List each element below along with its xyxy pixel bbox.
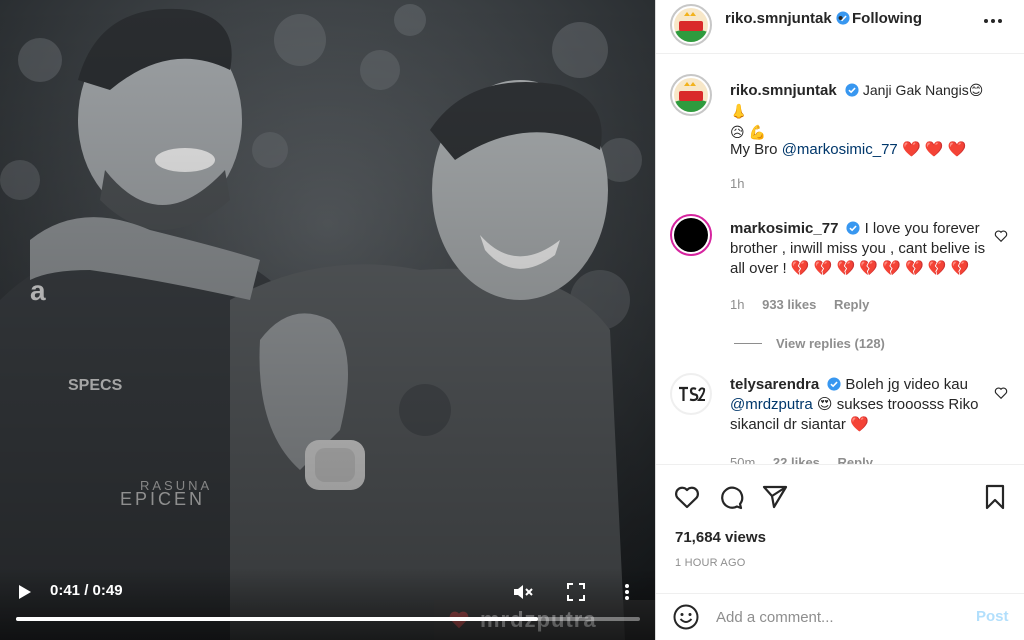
view-replies-label: View replies (128): [776, 336, 885, 351]
caption-hearts: ❤️ ❤️ ❤️: [897, 141, 967, 158]
caption-prefix: My Bro: [730, 141, 782, 158]
commenter-username[interactable]: markosimic_77: [730, 220, 838, 237]
like-heart-icon[interactable]: [673, 483, 701, 511]
comment-input[interactable]: [716, 606, 966, 628]
comment-time[interactable]: 1h: [730, 297, 744, 312]
comment-bubble-icon[interactable]: [717, 483, 745, 511]
mute-button[interactable]: [510, 580, 536, 604]
verified-badge-icon: [846, 221, 860, 235]
header-separator: •: [838, 10, 844, 27]
comments-list[interactable]: riko.smnjuntak Janji Gak Nangis😊 👃 😥 💪 M…: [656, 55, 1024, 464]
add-comment-row: Post: [656, 593, 1024, 640]
video-progress-fill: [16, 617, 539, 621]
horizontal-dots-icon: [984, 19, 1002, 23]
comment-mention-link[interactable]: @mrdzputra: [730, 396, 813, 413]
view-replies-button[interactable]: View replies (128): [734, 336, 885, 351]
following-button[interactable]: Following: [852, 10, 922, 27]
vertical-dots-icon: [625, 584, 629, 600]
commenter-avatar[interactable]: [670, 373, 712, 415]
post-button[interactable]: Post: [976, 608, 1009, 625]
muted-speaker-icon: [514, 585, 533, 599]
caption-time[interactable]: 1h: [730, 176, 744, 191]
like-comment-heart-icon[interactable]: [994, 229, 1008, 243]
ts2-logo-icon: [674, 377, 708, 411]
video-more-button[interactable]: [615, 580, 639, 604]
play-button[interactable]: [12, 580, 38, 604]
caption-username[interactable]: riko.smnjuntak: [730, 82, 837, 99]
verified-badge-icon: [845, 83, 859, 97]
comment-likes[interactable]: 22 likes: [773, 455, 820, 464]
caption-mention-link[interactable]: @markosimic_77: [782, 141, 898, 158]
share-paper-plane-icon[interactable]: [761, 483, 789, 511]
reply-button[interactable]: Reply: [838, 455, 873, 464]
caption-text-line2: 😥 💪: [730, 124, 766, 140]
play-icon: [19, 585, 31, 599]
post-actions: 71,684 views 1 HOUR AGO Post: [656, 464, 1024, 640]
post-timestamp[interactable]: 1 HOUR AGO: [675, 557, 745, 569]
author-avatar[interactable]: [670, 4, 712, 46]
riko-logo-icon: [674, 78, 708, 112]
video-progress-bar[interactable]: [16, 617, 640, 621]
comment-likes[interactable]: 933 likes: [762, 297, 816, 312]
video-player[interactable]: a SPECS RASUNA EPICEN mrdzputra 0:41 / 0…: [0, 0, 655, 640]
video-frame: a SPECS RASUNA EPICEN: [0, 0, 655, 640]
post-header: riko.smnjuntak • Following: [656, 0, 1024, 54]
commenter-avatar[interactable]: [670, 214, 712, 256]
commenter-username[interactable]: telysarendra: [730, 376, 819, 393]
post-options-button[interactable]: [983, 11, 1003, 31]
video-time: 0:41 / 0:49: [50, 582, 123, 599]
replies-line: [734, 343, 762, 344]
reply-button[interactable]: Reply: [834, 297, 869, 312]
emoji-smiley-icon[interactable]: [673, 604, 699, 630]
post-side-panel: riko.smnjuntak • Following riko.smnjunta…: [655, 0, 1024, 640]
fullscreen-icon: [567, 583, 585, 601]
fullscreen-button[interactable]: [563, 580, 589, 604]
save-bookmark-icon[interactable]: [981, 483, 1009, 511]
comment-time[interactable]: 50m: [730, 455, 755, 464]
comment-text-start: Boleh jg video kau: [845, 376, 968, 393]
like-comment-heart-icon[interactable]: [994, 386, 1008, 400]
view-count[interactable]: 71,684 views: [675, 529, 766, 546]
riko-logo-icon: [674, 8, 708, 42]
author-username[interactable]: riko.smnjuntak: [725, 10, 832, 27]
caption-avatar[interactable]: [670, 74, 712, 116]
verified-badge-icon: [827, 377, 841, 391]
video-controls-bar: [0, 568, 655, 640]
